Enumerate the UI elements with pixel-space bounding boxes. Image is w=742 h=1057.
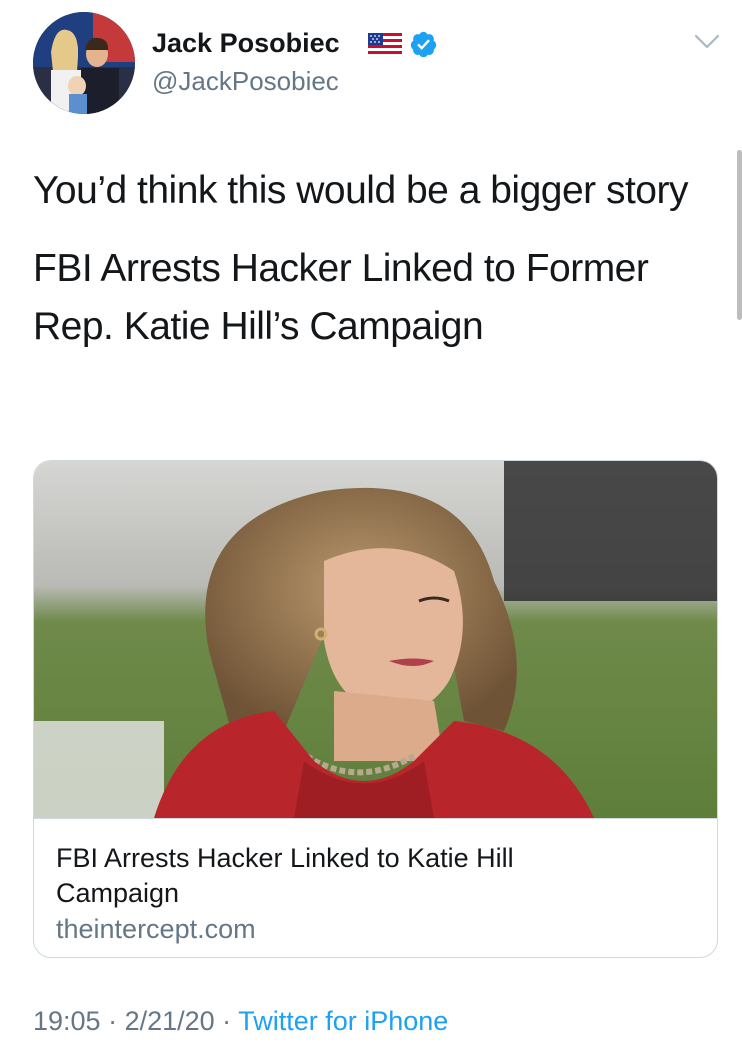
tweet-text-line: You’d think this would be a bigger story	[33, 169, 688, 212]
avatar[interactable]	[33, 12, 135, 114]
us-flag-icon	[368, 33, 402, 55]
chevron-down-icon[interactable]	[693, 33, 721, 51]
card-domain: theintercept.com	[56, 914, 256, 944]
display-name[interactable]: Jack Posobiec	[152, 28, 340, 59]
link-card[interactable]: FBI Arrests Hacker Linked to Katie Hill …	[33, 460, 718, 958]
meta-separator: ·	[214, 1006, 239, 1036]
scrollbar[interactable]	[737, 150, 742, 320]
tweet-meta: 19:05 · 2/21/20 · Twitter for iPhone	[33, 1006, 448, 1037]
tweet-text: You’d think this would be a bigger story…	[33, 162, 713, 376]
verified-badge-icon	[410, 31, 437, 58]
user-handle[interactable]: @JackPosobiec	[152, 66, 339, 97]
meta-separator: ·	[100, 1006, 125, 1036]
tweet-date[interactable]: 2/21/20	[125, 1006, 215, 1036]
card-body: FBI Arrests Hacker Linked to Katie Hill …	[34, 818, 717, 957]
tweet-text-line: FBI Arrests Hacker Linked to Former Rep.…	[33, 247, 649, 348]
card-image	[34, 461, 717, 818]
avatar-image	[33, 12, 135, 114]
tweet-time[interactable]: 19:05	[33, 1006, 101, 1036]
card-title[interactable]: FBI Arrests Hacker Linked to Katie Hill …	[56, 841, 536, 911]
tweet-source-link[interactable]: Twitter for iPhone	[238, 1006, 448, 1036]
